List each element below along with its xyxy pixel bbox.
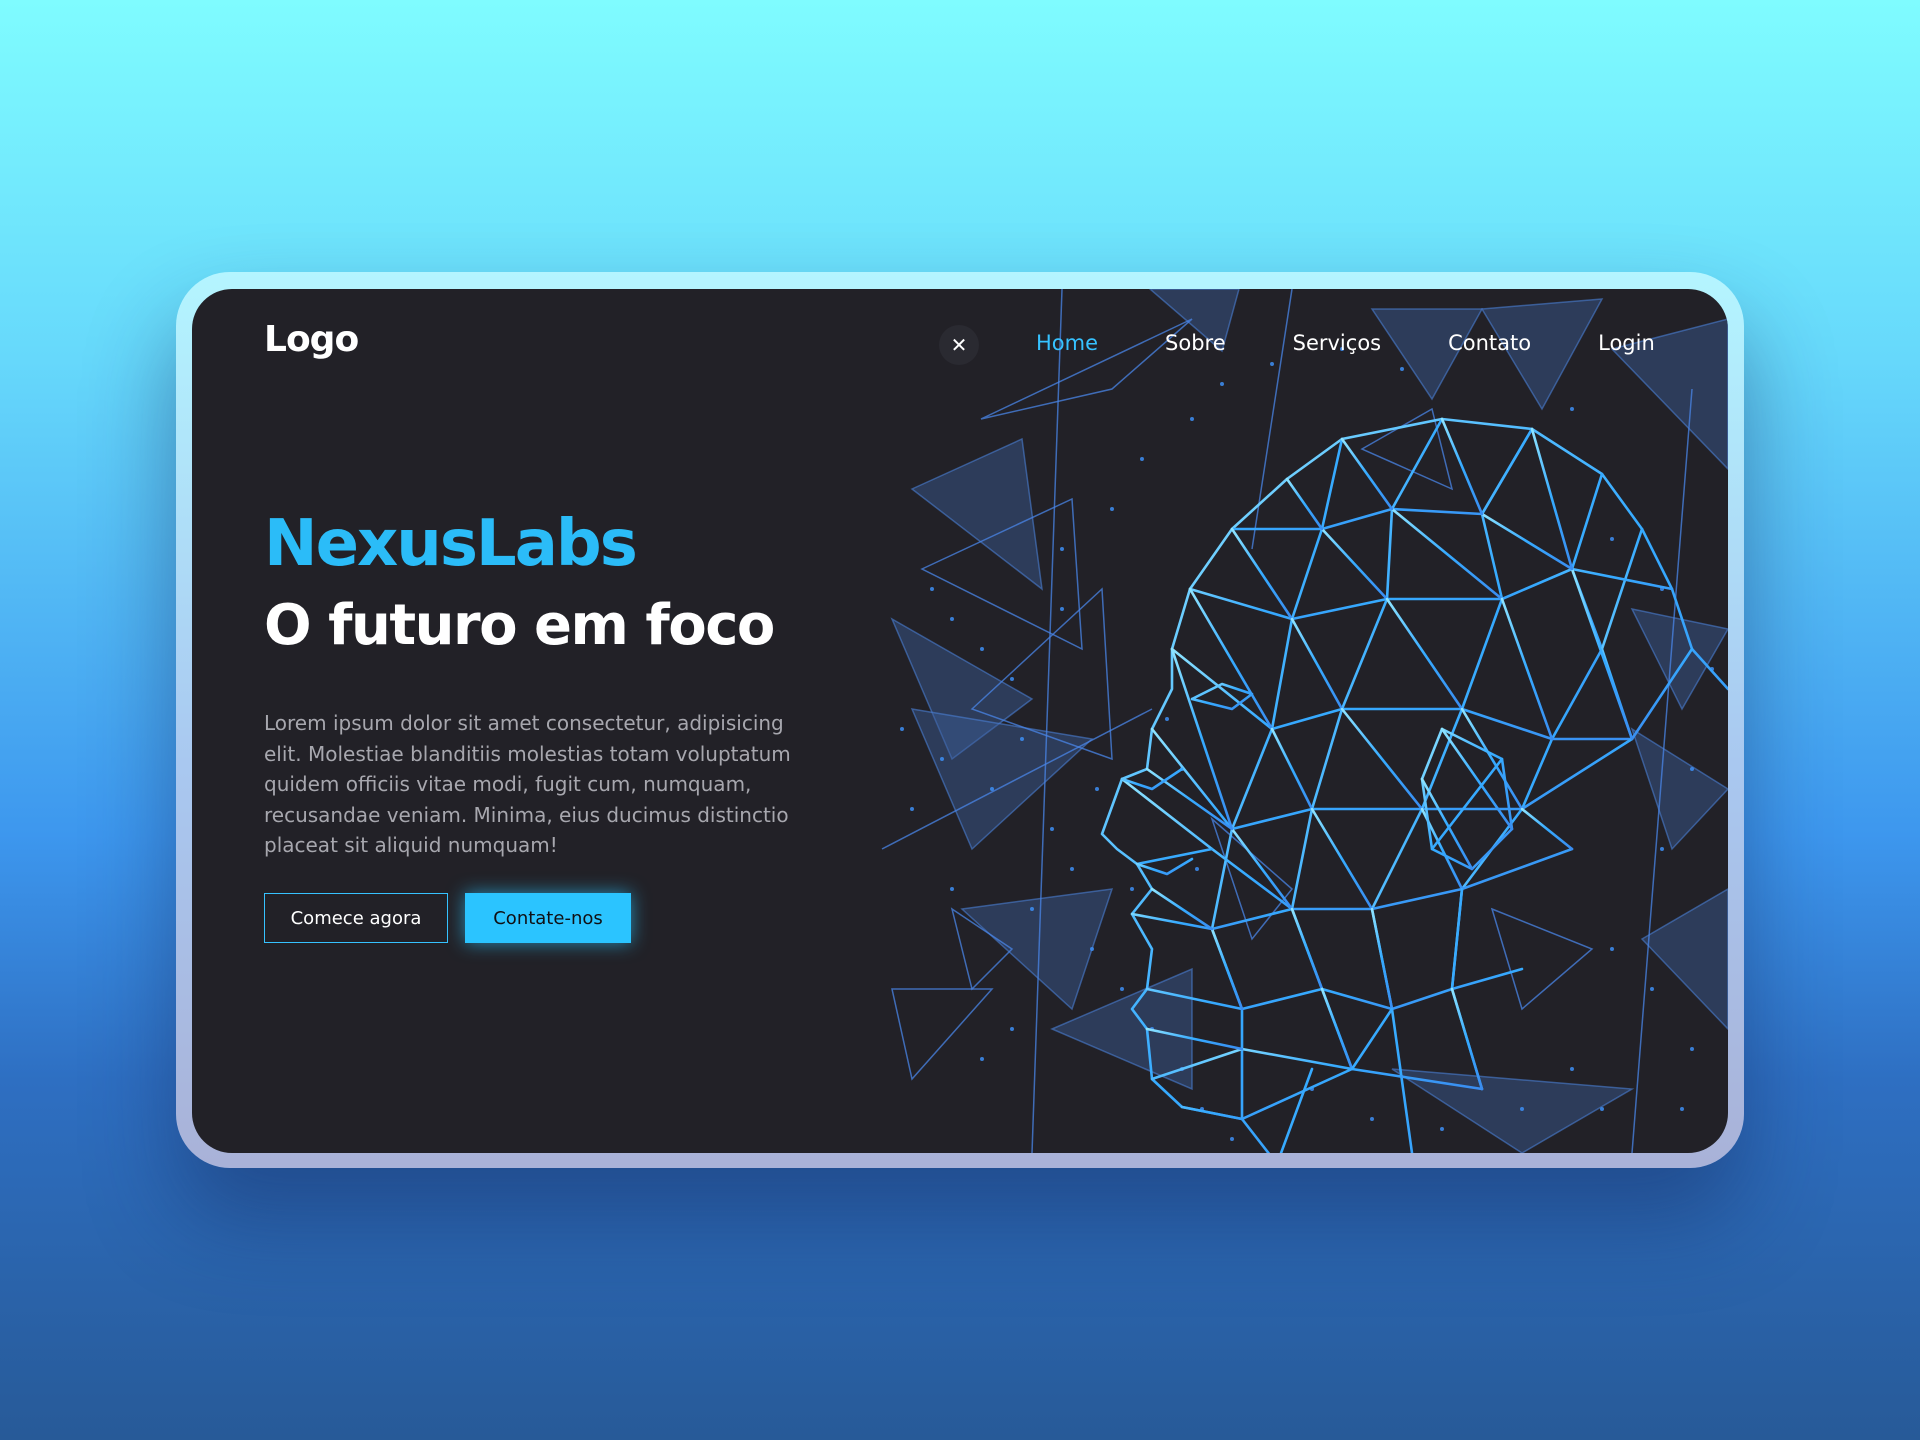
main-nav: Home Sobre Serviços Contato Login: [1036, 323, 1655, 363]
hero-headline: O futuro em foco: [264, 593, 775, 658]
hero-description: Lorem ipsum dolor sit amet consectetur, …: [264, 711, 791, 857]
close-button[interactable]: ✕: [939, 325, 979, 365]
nav-link-contato[interactable]: Contato: [1448, 331, 1531, 355]
get-started-button[interactable]: Comece agora: [264, 893, 448, 943]
contact-us-button[interactable]: Contate-nos: [465, 893, 631, 943]
close-icon: ✕: [950, 333, 968, 357]
nav-link-home[interactable]: Home: [1036, 331, 1098, 355]
nav-link-servicos[interactable]: Serviços: [1293, 331, 1381, 355]
brand-title: NexusLabs: [264, 507, 638, 581]
nav-link-sobre[interactable]: Sobre: [1165, 331, 1226, 355]
landing-page: Logo ✕ Home Sobre Serviços Contato Login…: [192, 289, 1728, 1153]
logo[interactable]: Logo: [264, 319, 359, 360]
nav-link-login[interactable]: Login: [1598, 331, 1655, 355]
